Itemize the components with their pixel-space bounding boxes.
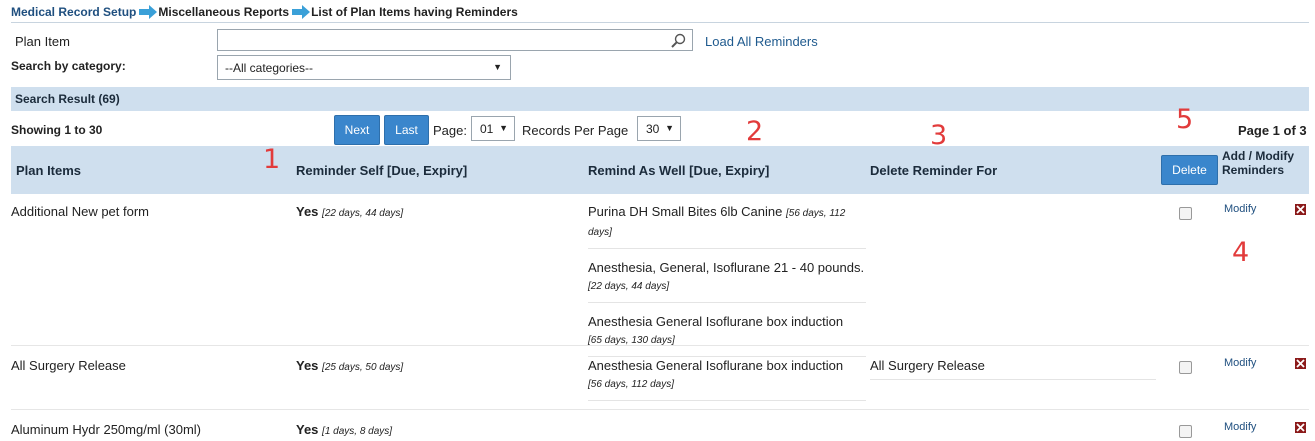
row-divider (11, 345, 1309, 346)
col-reminder-self: Reminder Self [Due, Expiry] (296, 163, 468, 178)
category-select-value: --All categories-- (225, 61, 314, 75)
row-2-self-detail: [25 days, 50 days] (322, 362, 404, 373)
chevron-down-icon: ▼ (493, 62, 502, 72)
chevron-down-icon: ▼ (499, 123, 508, 133)
category-label: Search by category: (11, 59, 126, 73)
row-3-self-detail: [1 days, 8 days] (322, 426, 393, 437)
search-icon[interactable] (670, 33, 688, 49)
row-2-plan-item: All Surgery Release (11, 358, 126, 373)
load-all-reminders-link[interactable]: Load All Reminders (705, 34, 818, 49)
breadcrumb: Medical Record Setup Miscellaneous Repor… (11, 5, 518, 19)
row-3-delete-checkbox[interactable] (1179, 425, 1192, 438)
col-add-modify-reminders: Add / Modify Reminders (1222, 149, 1294, 177)
annotation-4: 4 (1232, 237, 1250, 268)
page-of-indicator: Page 1 of 3 (1238, 123, 1307, 138)
records-per-page-select[interactable]: 30 ▼ (637, 116, 681, 141)
row-3-modify-link[interactable]: Modify (1224, 421, 1256, 433)
plan-item-field (217, 29, 693, 51)
row-1-plan-item: Additional New pet form (11, 204, 150, 219)
row-3-plan-item: Aluminum Hydr 250mg/ml (30ml) (11, 422, 201, 437)
row-1-self-yes: Yes (296, 204, 319, 219)
records-per-page-value: 30 (646, 122, 660, 136)
arrow-right-icon (292, 5, 311, 19)
records-per-page-label: Records Per Page (522, 123, 629, 138)
list-item: Anesthesia, General, Isoflurane 21 - 40 … (588, 259, 866, 303)
plan-item-input[interactable] (221, 31, 665, 51)
page-label: Page: (433, 123, 467, 138)
annotation-1: 1 (263, 144, 281, 175)
annotation-5: 5 (1176, 104, 1194, 135)
list-item: Anesthesia General Isoflurane box induct… (588, 313, 866, 357)
row-2-delete-checkbox[interactable] (1179, 361, 1192, 374)
row-1-modify-link[interactable]: Modify (1224, 203, 1256, 215)
row-1-reminder-self: Yes [22 days, 44 days] (296, 203, 403, 222)
table-header: Plan Items Reminder Self [Due, Expiry] R… (11, 146, 1309, 194)
arrow-right-icon (139, 5, 158, 19)
search-result-title: Search Result (69) (15, 92, 120, 106)
plan-item-label: Plan Item (15, 34, 70, 49)
annotation-3: 3 (930, 120, 948, 151)
col-plan-items: Plan Items (16, 163, 82, 178)
last-button[interactable]: Last (384, 115, 429, 145)
search-result-bar: Search Result (69) (11, 87, 1309, 111)
col-delete-reminder-for: Delete Reminder For (870, 163, 998, 178)
close-icon[interactable] (1295, 358, 1306, 369)
row-3-self-yes: Yes (296, 422, 319, 437)
row-2-reminder-self: Yes [25 days, 50 days] (296, 357, 403, 376)
row-3-reminder-self: Yes [1 days, 8 days] (296, 421, 392, 440)
breadcrumb-item-current: List of Plan Items having Reminders (311, 5, 518, 19)
close-icon[interactable] (1295, 204, 1306, 215)
row-divider (11, 409, 1309, 410)
page-select-value: 01 (480, 122, 494, 136)
list-item: Purina DH Small Bites 6lb Canine [56 day… (588, 203, 866, 249)
page-select[interactable]: 01 ▼ (471, 116, 515, 141)
row-2-modify-link[interactable]: Modify (1224, 357, 1256, 369)
row-2-self-yes: Yes (296, 358, 319, 373)
row-1-delete-checkbox[interactable] (1179, 207, 1192, 220)
next-button[interactable]: Next (334, 115, 380, 145)
annotation-2: 2 (746, 116, 764, 147)
showing-count: Showing 1 to 30 (11, 123, 103, 137)
breadcrumb-item-medical-record-setup[interactable]: Medical Record Setup (11, 5, 136, 19)
close-icon[interactable] (1295, 422, 1306, 433)
breadcrumb-item-misc-reports[interactable]: Miscellaneous Reports (158, 5, 289, 19)
chevron-down-icon: ▼ (665, 123, 674, 133)
row-1-remind-as-well: Purina DH Small Bites 6lb Canine [56 day… (588, 203, 866, 367)
delete-button[interactable]: Delete (1161, 155, 1218, 185)
category-select[interactable]: --All categories-- ▼ (217, 55, 511, 80)
row-1-self-detail: [22 days, 44 days] (322, 208, 404, 219)
list-item: Anesthesia General Isoflurane box induct… (588, 357, 866, 401)
col-remind-as-well: Remind As Well [Due, Expiry] (588, 163, 770, 178)
row-2-delete-reminder-for: All Surgery Release (870, 357, 1156, 380)
breadcrumb-divider (11, 22, 1309, 23)
row-2-remind-as-well: Anesthesia General Isoflurane box induct… (588, 357, 866, 411)
